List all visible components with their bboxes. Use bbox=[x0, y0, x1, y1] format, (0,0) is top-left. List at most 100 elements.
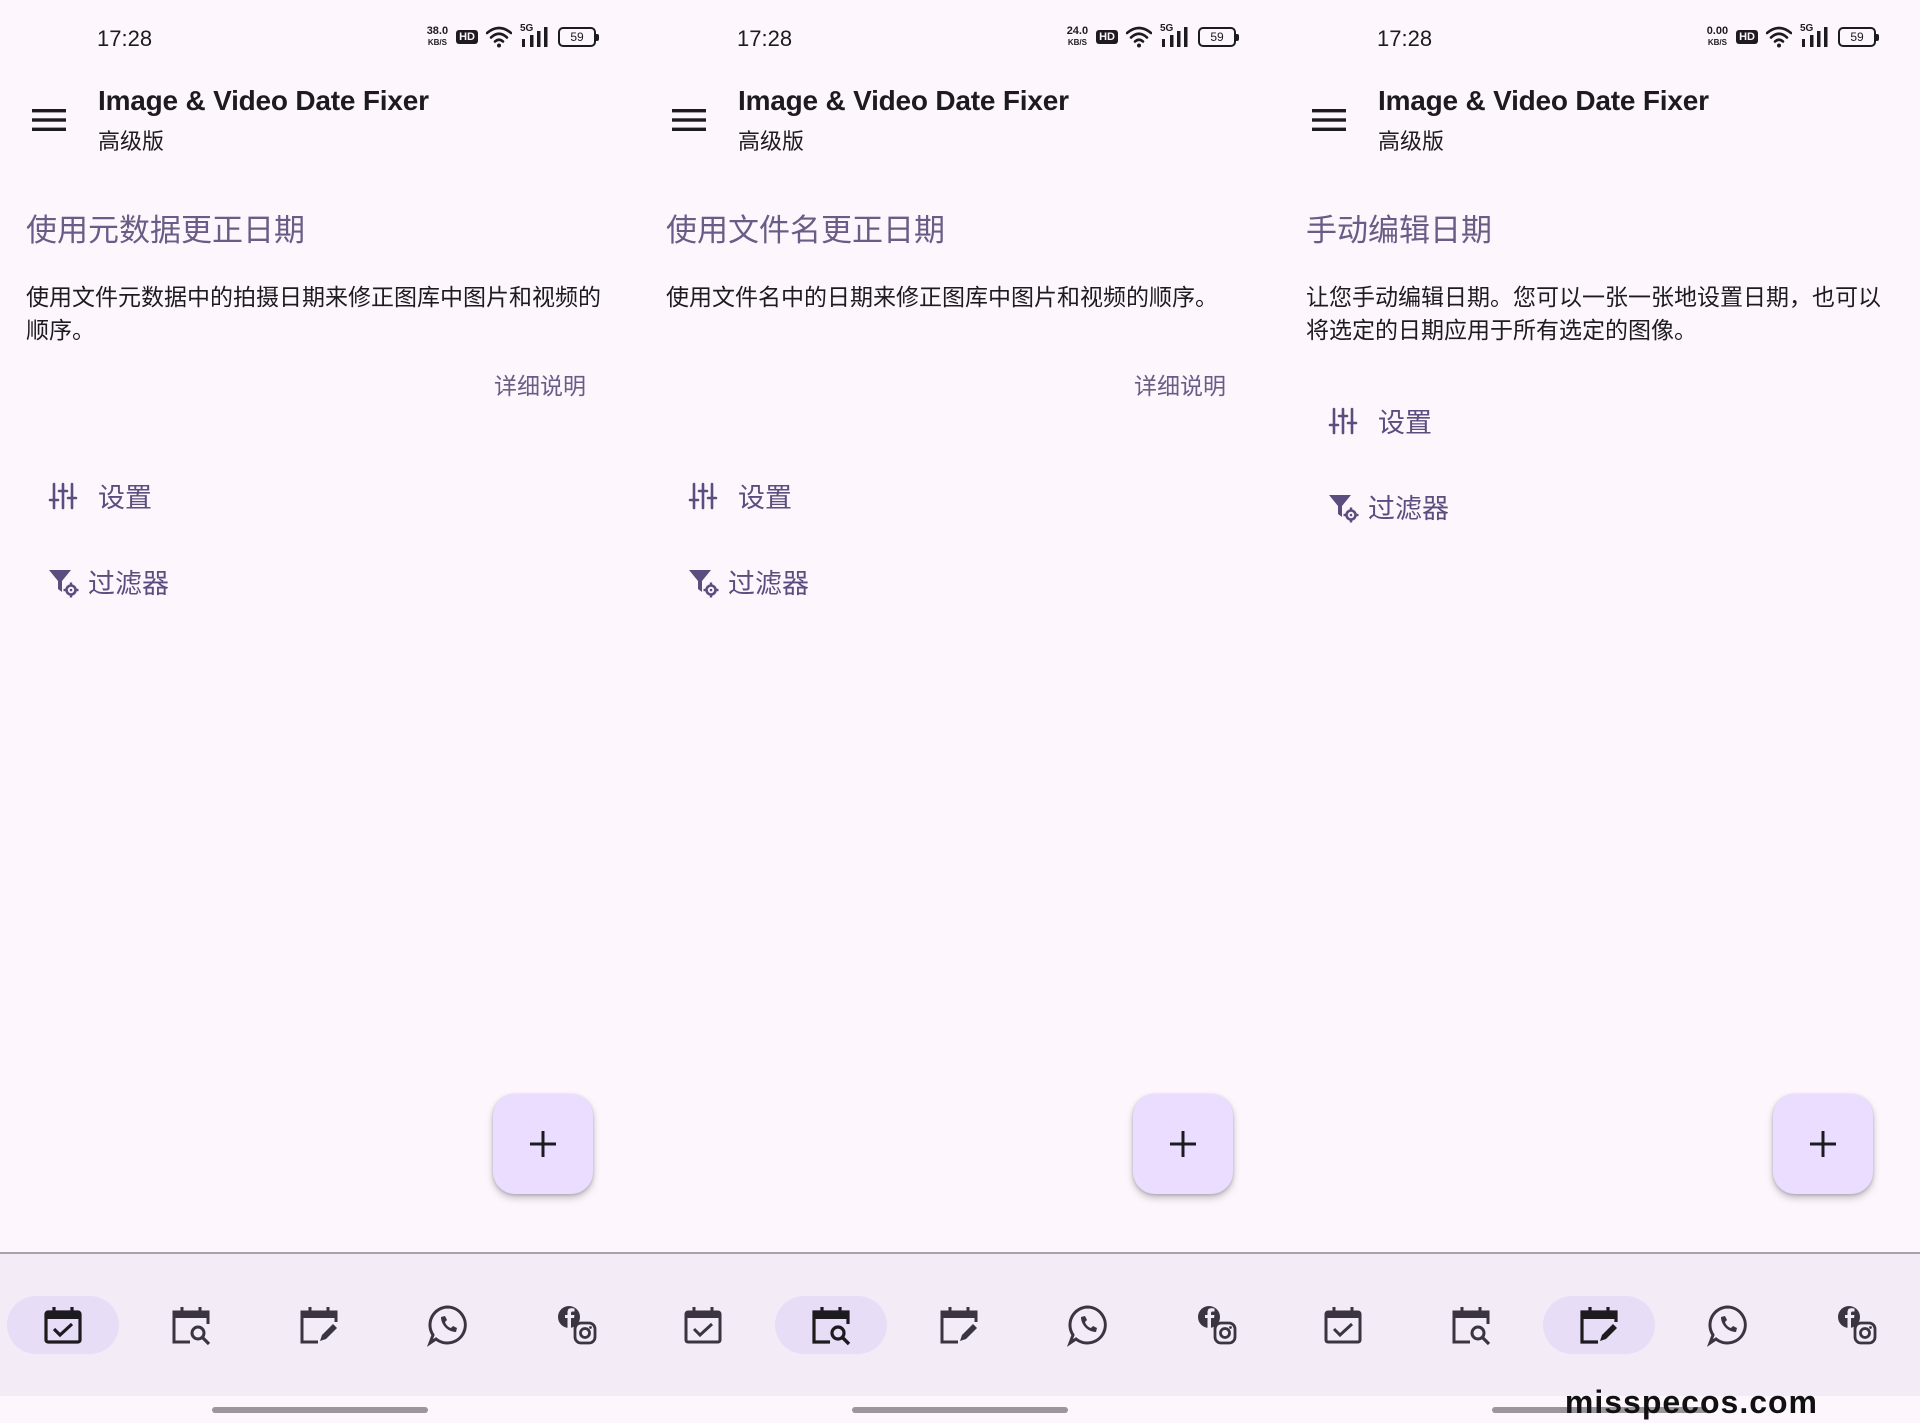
tune-icon bbox=[46, 479, 80, 513]
network-speed-unit: KB/S bbox=[1067, 38, 1087, 47]
battery-icon: 59 bbox=[558, 27, 599, 47]
network-speed-value: 24.0 bbox=[1066, 25, 1089, 37]
hamburger-icon bbox=[672, 109, 706, 131]
home-indicator[interactable] bbox=[212, 1407, 428, 1413]
calendar-edit-icon bbox=[1580, 1307, 1618, 1344]
network-speed-unit: KB/S bbox=[427, 38, 447, 47]
wifi-icon bbox=[1766, 26, 1792, 48]
battery-icon: 59 bbox=[1838, 27, 1879, 47]
wifi-icon bbox=[486, 26, 512, 48]
plus-icon bbox=[1170, 1131, 1196, 1157]
battery-icon: 59 bbox=[1198, 27, 1239, 47]
nav-whatsapp[interactable] bbox=[392, 1296, 504, 1354]
signal-bars-icon bbox=[522, 27, 548, 47]
app-subtitle: 高级版 bbox=[98, 130, 165, 155]
filter-option[interactable]: 过滤器 bbox=[686, 562, 809, 601]
section-description: 使用文件元数据中的拍摄日期来修正图库中图片和视频的顺序。 bbox=[26, 285, 601, 344]
calendar-check-icon bbox=[44, 1307, 82, 1344]
app-bar: Image & Video Date Fixer 高级版 bbox=[0, 82, 640, 162]
nav-whatsapp[interactable] bbox=[1032, 1296, 1144, 1354]
network-speed: 24.0 KB/S bbox=[1067, 26, 1088, 48]
hd-badge: HD bbox=[1096, 30, 1118, 44]
filter-option[interactable]: 过滤器 bbox=[46, 562, 169, 601]
add-button[interactable] bbox=[493, 1094, 593, 1194]
nav-filename[interactable] bbox=[135, 1296, 247, 1354]
calendar-check-icon bbox=[1324, 1307, 1362, 1344]
status-icons: 24.0 KB/S HD 5G 59 bbox=[1067, 23, 1239, 48]
wifi-icon bbox=[1126, 26, 1152, 48]
calendar-edit-icon bbox=[300, 1307, 338, 1344]
menu-button[interactable] bbox=[26, 100, 72, 140]
signal-indicator: 5G bbox=[520, 23, 550, 48]
settings-label: 设置 bbox=[1378, 408, 1432, 439]
filter-settings-icon bbox=[1326, 490, 1360, 524]
screen-filename: 17:28 24.0 KB/S HD 5G 59 Image & Video D… bbox=[640, 0, 1280, 1423]
battery-level: 59 bbox=[570, 30, 584, 44]
settings-option[interactable]: 设置 bbox=[1326, 401, 1432, 440]
menu-button[interactable] bbox=[1306, 100, 1352, 140]
details-link[interactable]: 详细说明 bbox=[494, 367, 586, 401]
nav-social[interactable] bbox=[1801, 1296, 1913, 1354]
status-time: 17:28 bbox=[1377, 26, 1433, 51]
menu-button[interactable] bbox=[666, 100, 712, 140]
filter-option[interactable]: 过滤器 bbox=[1326, 487, 1449, 526]
nav-metadata[interactable] bbox=[1287, 1296, 1399, 1354]
hd-badge: HD bbox=[1736, 30, 1758, 44]
nav-filename[interactable] bbox=[775, 1296, 887, 1354]
settings-option[interactable]: 设置 bbox=[686, 476, 792, 515]
signal-indicator: 5G bbox=[1800, 23, 1830, 48]
filter-settings-icon bbox=[46, 565, 80, 599]
status-bar: 17:28 24.0 KB/S HD 5G 59 bbox=[640, 22, 1280, 58]
home-indicator[interactable] bbox=[852, 1407, 1068, 1413]
nav-manual[interactable] bbox=[903, 1296, 1015, 1354]
filter-label: 过滤器 bbox=[1368, 494, 1449, 525]
calendar-check-icon bbox=[684, 1307, 722, 1344]
nav-filename[interactable] bbox=[1415, 1296, 1527, 1354]
add-button[interactable] bbox=[1133, 1094, 1233, 1194]
signal-indicator: 5G bbox=[1160, 23, 1190, 48]
filter-label: 过滤器 bbox=[728, 569, 809, 600]
section-description: 让您手动编辑日期。您可以一张一张地设置日期，也可以将选定的日期应用于所有选定的图… bbox=[1306, 285, 1881, 344]
nav-manual[interactable] bbox=[263, 1296, 375, 1354]
calendar-search-icon bbox=[1452, 1307, 1491, 1346]
app-title: Image & Video Date Fixer bbox=[98, 85, 429, 116]
bottom-navigation bbox=[1280, 1254, 1920, 1396]
app-title: Image & Video Date Fixer bbox=[1378, 85, 1709, 116]
whatsapp-icon bbox=[426, 1305, 467, 1347]
calendar-search-icon bbox=[812, 1307, 851, 1346]
status-bar: 17:28 38.0 KB/S HD 5G 59 bbox=[0, 22, 640, 58]
signal-bars-icon bbox=[1162, 27, 1188, 47]
hd-badge: HD bbox=[456, 30, 478, 44]
hamburger-icon bbox=[1312, 109, 1346, 131]
plus-icon bbox=[1810, 1131, 1836, 1157]
network-speed: 0.00 KB/S bbox=[1707, 26, 1728, 48]
section-title: 使用元数据更正日期 bbox=[26, 213, 305, 249]
nav-metadata[interactable] bbox=[7, 1296, 119, 1354]
nav-metadata[interactable] bbox=[647, 1296, 759, 1354]
app-bar: Image & Video Date Fixer 高级版 bbox=[640, 82, 1280, 162]
app-bar: Image & Video Date Fixer 高级版 bbox=[1280, 82, 1920, 162]
nav-social[interactable] bbox=[521, 1296, 633, 1354]
nav-whatsapp[interactable] bbox=[1672, 1296, 1784, 1354]
tune-icon bbox=[1326, 404, 1360, 438]
details-link[interactable]: 详细说明 bbox=[1134, 367, 1226, 401]
add-button[interactable] bbox=[1773, 1094, 1873, 1194]
tune-icon bbox=[686, 479, 720, 513]
facebook-instagram-icon bbox=[1198, 1306, 1237, 1345]
nav-social[interactable] bbox=[1161, 1296, 1273, 1354]
network-speed-unit: KB/S bbox=[1707, 38, 1727, 47]
bottom-navigation bbox=[0, 1254, 640, 1396]
section-title: 手动编辑日期 bbox=[1306, 213, 1492, 249]
screens-container: 17:28 38.0 KB/S HD 5G 59 Image & Video D… bbox=[0, 0, 1920, 1423]
status-time: 17:28 bbox=[97, 26, 153, 51]
settings-option[interactable]: 设置 bbox=[46, 476, 152, 515]
screen-metadata: 17:28 38.0 KB/S HD 5G 59 Image & Video D… bbox=[0, 0, 640, 1423]
app-subtitle: 高级版 bbox=[738, 130, 805, 155]
network-speed: 38.0 KB/S bbox=[427, 26, 448, 48]
app-title: Image & Video Date Fixer bbox=[738, 85, 1069, 116]
nav-manual[interactable] bbox=[1543, 1296, 1655, 1354]
screen-manual: 17:28 0.00 KB/S HD 5G 59 Image & Video D… bbox=[1280, 0, 1920, 1423]
watermark: misspecos.com bbox=[1564, 1384, 1818, 1420]
plus-icon bbox=[530, 1131, 556, 1157]
whatsapp-icon bbox=[1066, 1305, 1107, 1347]
